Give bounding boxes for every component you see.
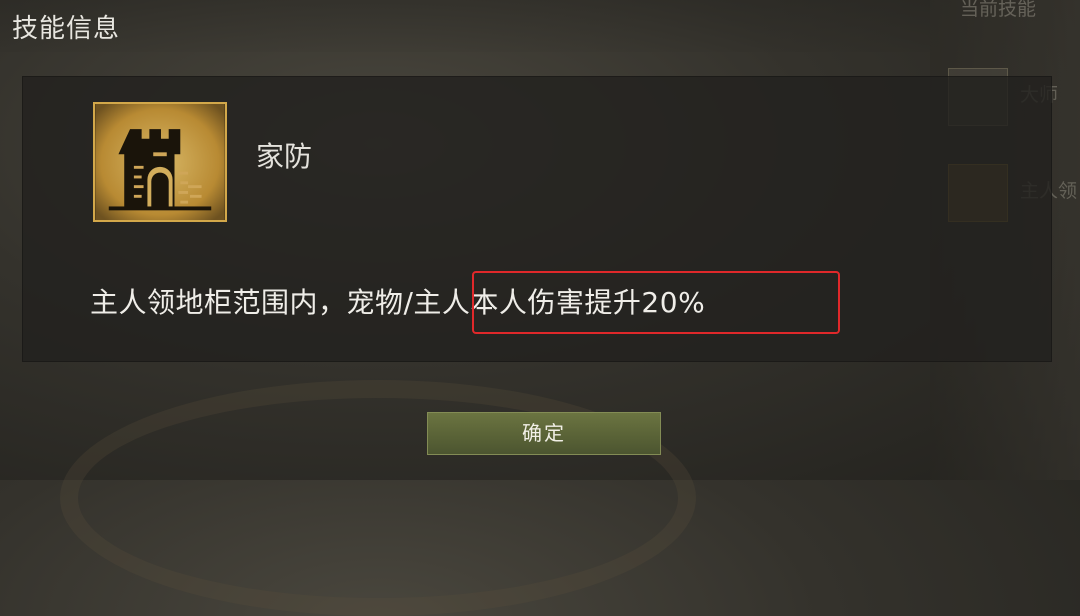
highlight-annotation-box (472, 271, 840, 334)
dialog-title: 技能信息 (12, 14, 121, 44)
confirm-button[interactable]: 确定 (427, 412, 661, 455)
castle-tower-icon (93, 102, 227, 222)
dialog-title-bar (0, 0, 930, 52)
background-panel-header: 当前技能 (960, 0, 1037, 20)
skill-name: 家防 (256, 140, 313, 173)
